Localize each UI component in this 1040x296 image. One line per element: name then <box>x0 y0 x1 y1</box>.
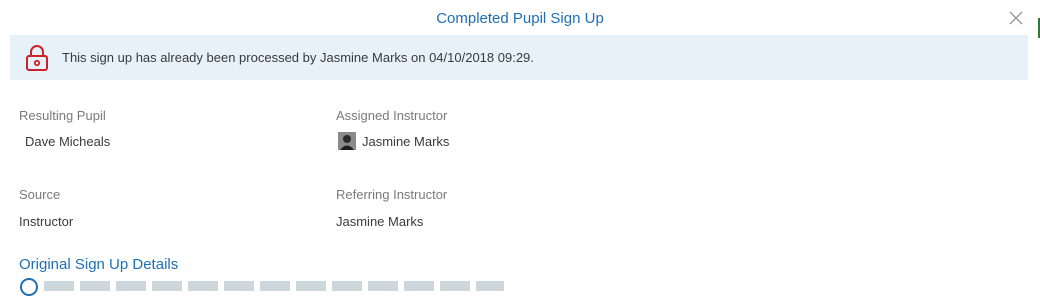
assigned-instructor-value[interactable]: Jasmine Marks <box>362 134 449 149</box>
source-value: Instructor <box>19 214 74 229</box>
close-icon <box>1009 11 1023 25</box>
processed-banner: This sign up has already been processed … <box>10 35 1028 80</box>
referring-instructor-value: Jasmine Marks <box>336 214 424 229</box>
banner-message: This sign up has already been processed … <box>62 50 534 65</box>
referring-instructor-label: Referring Instructor <box>336 187 448 202</box>
resulting-pupil-value[interactable]: Dave Micheals <box>25 134 110 149</box>
details-text-truncated <box>44 281 504 291</box>
resulting-pupil-label: Resulting Pupil <box>19 108 106 123</box>
modal-title: Completed Pupil Sign Up <box>436 10 604 27</box>
lock-icon <box>26 45 48 71</box>
source-label: Source <box>19 187 61 202</box>
assigned-instructor-label: Assigned Instructor <box>336 108 448 123</box>
original-sign-up-details-title: Original Sign Up Details <box>19 256 179 273</box>
avatar-silhouette-icon <box>338 132 356 150</box>
close-button[interactable] <box>1006 8 1026 28</box>
info-icon <box>20 278 38 296</box>
avatar <box>338 132 356 150</box>
